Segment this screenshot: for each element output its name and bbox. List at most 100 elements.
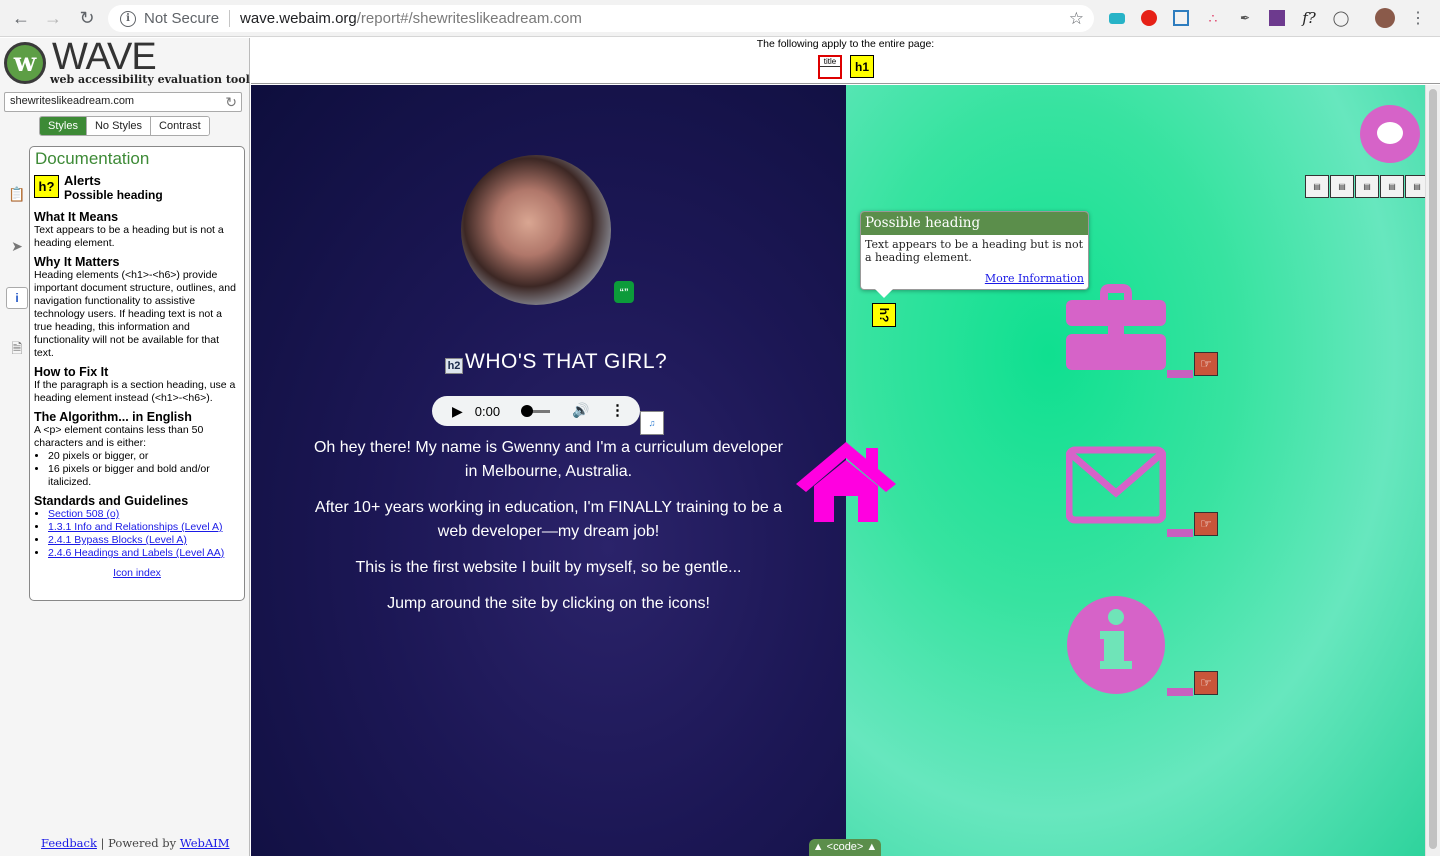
info-circle-icon[interactable]	[1066, 595, 1166, 695]
play-icon[interactable]: ▶	[452, 403, 463, 420]
chat-widget-button[interactable]	[1360, 105, 1420, 163]
possible-heading-tooltip: Possible heading Text appears to be a he…	[860, 211, 1089, 298]
feedback-link[interactable]: Feedback	[41, 836, 97, 850]
h2-icon[interactable]: h2	[445, 358, 463, 374]
link-alert-icon[interactable]: ☞	[1194, 352, 1218, 376]
form-icon[interactable]: ▤	[1305, 175, 1329, 198]
divider	[229, 10, 231, 27]
extension-icon-2[interactable]	[1139, 8, 1159, 28]
link-underline	[1167, 370, 1193, 378]
back-icon[interactable]: ←	[6, 3, 36, 33]
media-alert-icon[interactable]: ♫	[640, 411, 664, 435]
url-host: wave.webaim.org	[240, 10, 357, 27]
more-options-icon[interactable]: ⋮	[610, 401, 625, 419]
form-icon[interactable]: ▤	[1405, 175, 1425, 198]
home-icon[interactable]	[796, 440, 896, 524]
list-item: 16 pixels or bigger and bold and/or ital…	[48, 463, 240, 489]
menu-icon[interactable]: ⋮	[1408, 8, 1428, 28]
extension-icon-4[interactable]: ∴	[1203, 8, 1223, 28]
what-text: Text appears to be a heading but is not …	[34, 224, 224, 249]
link-underline	[1167, 688, 1193, 696]
page-heading: WHO'S THAT GIRL?	[465, 350, 668, 373]
title-icon[interactable]: title	[818, 55, 842, 79]
intro-paragraph-4: Jump around the site by clicking on the …	[387, 595, 710, 612]
volume-icon[interactable]: 🔊	[572, 402, 589, 419]
tab-no-styles[interactable]: No Styles	[86, 117, 152, 135]
intro-paragraph-1: Oh hey there! My name is Gwenny and I'm …	[313, 439, 784, 480]
address-bar[interactable]: i Not Secure wave.webaim.org/report#/she…	[108, 5, 1094, 32]
audio-time: 0:00	[474, 403, 501, 419]
documentation-panel: Documentation h? Alerts Possible heading…	[29, 146, 245, 601]
form-icon[interactable]: ▤	[1355, 175, 1379, 198]
intro-paragraph-3: This is the first website I built by mys…	[355, 559, 742, 576]
alert-type: Alerts	[64, 173, 101, 188]
algorithm-heading: The Algorithm... in English	[34, 410, 192, 424]
envelope-icon[interactable]	[1066, 445, 1166, 545]
refresh-icon[interactable]: ↻	[225, 94, 237, 111]
briefcase-icon[interactable]	[1066, 280, 1166, 380]
link-underline	[1167, 529, 1193, 537]
webaim-link[interactable]: WebAIM	[180, 836, 230, 850]
standard-link-241[interactable]: 2.4.1 Bypass Blocks (Level A)	[48, 534, 187, 546]
tab-contrast[interactable]: Contrast	[151, 117, 209, 135]
link-alert-icon[interactable]: ☞	[1194, 671, 1218, 695]
title-icon-label: title	[820, 57, 840, 67]
standard-link-508[interactable]: Section 508 (o)	[48, 508, 119, 520]
extension-icon-7[interactable]: f?	[1299, 8, 1319, 28]
extension-icon-5[interactable]: ✒	[1235, 8, 1255, 28]
wave-logo-icon: w	[4, 42, 46, 84]
extension-icon-3[interactable]	[1171, 8, 1191, 28]
possible-heading-icon: h?	[34, 175, 59, 198]
algorithm-text: A <p> element contains less than 50 char…	[34, 424, 204, 449]
fix-text: If the paragraph is a section heading, u…	[34, 379, 236, 404]
panel-switcher: 📋 ➤ i 🗎	[6, 183, 28, 391]
alert-name: Possible heading	[64, 188, 163, 202]
why-heading: Why It Matters	[34, 255, 120, 269]
tooltip-title: Possible heading	[861, 212, 1088, 235]
wave-logo: w WAVE web accessibility evaluation tool	[4, 36, 250, 86]
code-toggle-tab[interactable]: ▲ <code> ▲	[809, 839, 881, 856]
profile-avatar[interactable]	[1375, 8, 1395, 28]
standard-link-246[interactable]: 2.4.6 Headings and Labels (Level AA)	[48, 547, 224, 559]
flag-icon[interactable]: ➤	[6, 235, 28, 257]
standards-list: Section 508 (o) 1.3.1 Info and Relations…	[48, 508, 240, 560]
form-icon[interactable]: ▤	[1330, 175, 1354, 198]
reload-icon[interactable]: ↻	[72, 3, 102, 33]
link-alert-icon[interactable]: ☞	[1194, 512, 1218, 536]
audio-progress-knob[interactable]	[521, 405, 533, 417]
intro-paragraph-2: After 10+ years working in education, I'…	[314, 499, 783, 540]
document-icon[interactable]: 🗎	[6, 339, 28, 361]
possible-heading-icon[interactable]: h?	[872, 303, 896, 327]
quote-icon[interactable]: “”	[614, 281, 634, 303]
info-icon[interactable]: i	[120, 10, 136, 27]
wave-sidebar: w WAVE web accessibility evaluation tool…	[0, 36, 250, 856]
h1-icon[interactable]: h1	[850, 55, 874, 78]
url-path: /report#/shewriteslikeadream.com	[356, 10, 582, 27]
avatar	[461, 155, 611, 305]
extension-icon-8[interactable]: ◯	[1331, 8, 1351, 28]
info-panel-icon[interactable]: i	[6, 287, 28, 309]
scrollbar-thumb[interactable]	[1429, 89, 1437, 849]
chat-icon	[1377, 122, 1403, 144]
view-tabs: Styles No Styles Contrast	[39, 116, 210, 136]
forward-icon[interactable]: →	[38, 3, 68, 33]
page-scrollbar[interactable]	[1425, 85, 1440, 856]
clipboard-icon[interactable]: 📋	[6, 183, 28, 205]
why-text: Heading elements (<h1>-<h6>) provide imp…	[34, 269, 236, 359]
powered-by-text: | Powered by	[100, 836, 177, 850]
page-level-bar: The following apply to the entire page: …	[251, 38, 1440, 84]
browser-toolbar: ← → ↻ i Not Secure wave.webaim.org/repor…	[0, 0, 1440, 37]
entire-page-text: The following apply to the entire page:	[756, 38, 935, 50]
icon-index-link[interactable]: Icon index	[113, 567, 161, 579]
doc-title: Documentation	[35, 149, 150, 168]
fix-heading: How to Fix It	[34, 365, 109, 379]
site-url-input[interactable]: shewriteslikeadream.com ↻	[4, 92, 242, 112]
extension-icon-6[interactable]	[1267, 8, 1287, 28]
alert-header: h? Alerts Possible heading	[34, 173, 240, 205]
extension-icon-1[interactable]	[1107, 8, 1127, 28]
tab-styles[interactable]: Styles	[40, 117, 87, 135]
intro-panel: “” h2 WHO'S THAT GIRL? ▶ 0:00 🔊 ⋮ ♫ Oh h…	[251, 85, 846, 856]
standard-link-131[interactable]: 1.3.1 Info and Relationships (Level A)	[48, 521, 223, 533]
form-icon[interactable]: ▤	[1380, 175, 1404, 198]
bookmark-star-icon[interactable]: ☆	[1069, 9, 1084, 29]
